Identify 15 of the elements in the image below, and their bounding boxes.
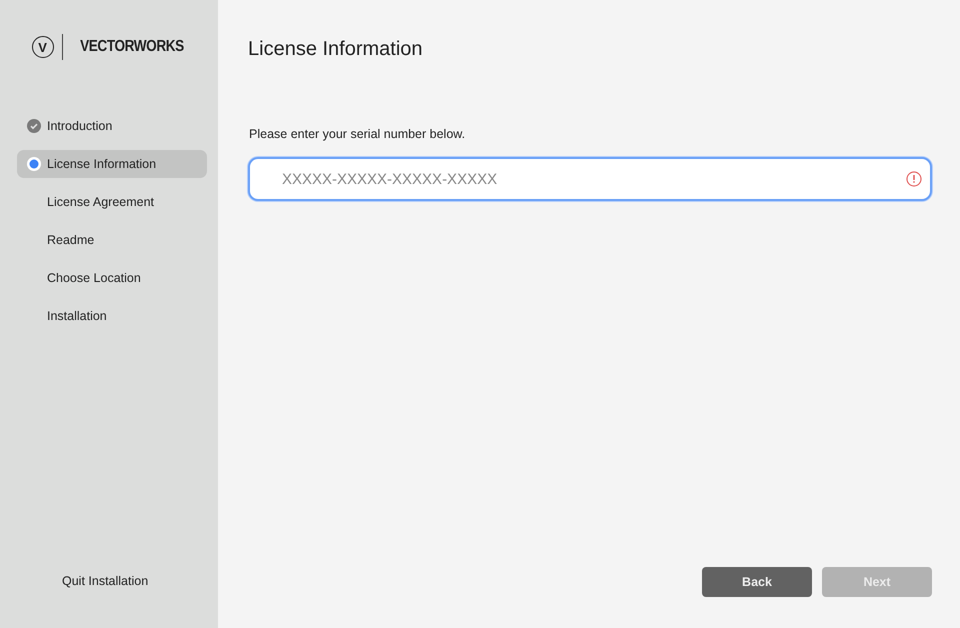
- quit-button[interactable]: Quit Installation: [62, 574, 148, 588]
- page-title: License Information: [248, 38, 424, 61]
- step-item[interactable]: Introduction: [17, 112, 207, 140]
- check-icon: [27, 119, 41, 133]
- prompt-text: Please enter your serial number below.: [249, 127, 466, 141]
- logo-mark: V: [32, 36, 54, 58]
- current-step-icon: [27, 157, 41, 171]
- step-item[interactable]: Readme: [17, 226, 207, 254]
- back-button[interactable]: Back: [702, 567, 812, 597]
- step-item[interactable]: License Agreement: [17, 188, 207, 216]
- step-item[interactable]: License Information: [17, 150, 207, 178]
- step-item[interactable]: Choose Location: [17, 264, 207, 292]
- step-item[interactable]: Installation: [17, 302, 207, 330]
- serial-field[interactable]: XXXXX-XXXXX-XXXXX-XXXXX: [248, 157, 932, 201]
- brand-name: VECTORWORKS: [80, 38, 184, 56]
